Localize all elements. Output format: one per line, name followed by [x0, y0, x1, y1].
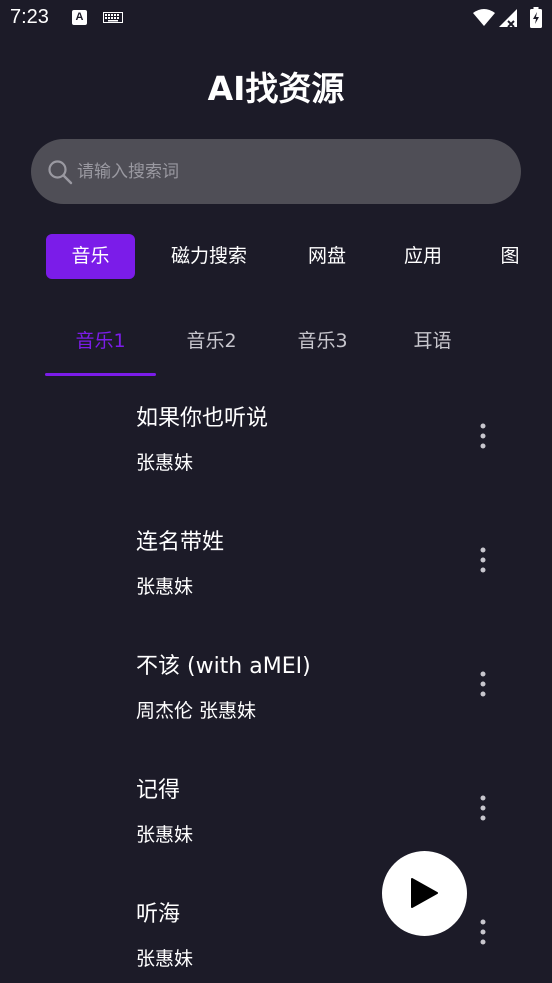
tab-music-1[interactable]: 音乐1 — [45, 326, 156, 353]
category-bar: 音乐 磁力搜索 网盘 应用 图 — [0, 234, 552, 280]
song-list-item[interactable]: 如果你也听说 张惠妹 — [0, 400, 552, 510]
more-vertical-icon[interactable] — [473, 788, 493, 822]
keyboard-icon — [103, 12, 123, 23]
play-icon — [411, 878, 438, 908]
more-vertical-icon[interactable] — [473, 416, 493, 450]
song-title: 不该 (with aMEI) — [136, 654, 311, 679]
search-icon — [48, 160, 73, 185]
song-artist: 张惠妹 — [136, 948, 194, 970]
song-artist: 张惠妹 — [136, 824, 194, 846]
music-source-tabs: 音乐1 音乐2 音乐3 耳语 — [0, 320, 552, 378]
song-list-item[interactable]: 连名带姓 张惠妹 — [0, 524, 552, 634]
song-artist: 张惠妹 — [136, 576, 194, 598]
song-title: 如果你也听说 — [136, 406, 269, 431]
app-screen: 7:23 A AI找资源 请输入搜索词 音乐 磁力搜索 网盘 应用 图 音乐1 … — [0, 0, 552, 983]
song-title: 听海 — [136, 902, 181, 927]
category-apps[interactable]: 应用 — [389, 234, 457, 279]
accessibility-a-icon: A — [72, 10, 87, 25]
tab-music-3[interactable]: 音乐3 — [267, 326, 378, 353]
category-cloud-drive[interactable]: 网盘 — [293, 234, 361, 279]
search-input[interactable] — [77, 139, 497, 204]
status-time: 7:23 — [10, 6, 49, 28]
song-artist: 张惠妹 — [136, 452, 194, 474]
more-vertical-icon[interactable] — [473, 540, 493, 574]
song-title: 记得 — [136, 778, 181, 803]
category-music[interactable]: 音乐 — [46, 234, 135, 279]
play-button[interactable] — [382, 851, 467, 936]
song-artist: 周杰伦 张惠妹 — [136, 700, 257, 722]
search-box[interactable] — [31, 139, 521, 204]
signal-icon — [499, 9, 517, 27]
more-vertical-icon[interactable] — [473, 912, 493, 946]
category-images[interactable]: 图 — [490, 234, 530, 279]
more-vertical-icon[interactable] — [473, 664, 493, 698]
category-magnet-search[interactable]: 磁力搜索 — [156, 234, 262, 279]
tab-indicator — [45, 373, 156, 376]
tab-music-2[interactable]: 音乐2 — [156, 326, 267, 353]
song-title: 连名带姓 — [136, 530, 225, 555]
battery-icon — [530, 7, 542, 28]
status-bar: 7:23 A — [0, 0, 552, 36]
song-list-item[interactable]: 不该 (with aMEI) 周杰伦 张惠妹 — [0, 648, 552, 758]
wifi-icon — [473, 9, 495, 26]
song-list-item[interactable]: 记得 张惠妹 — [0, 772, 552, 882]
tab-whisper[interactable]: 耳语 — [377, 326, 488, 353]
song-list-item[interactable]: 听海 张惠妹 — [0, 896, 552, 983]
app-title: AI找资源 — [207, 69, 345, 108]
